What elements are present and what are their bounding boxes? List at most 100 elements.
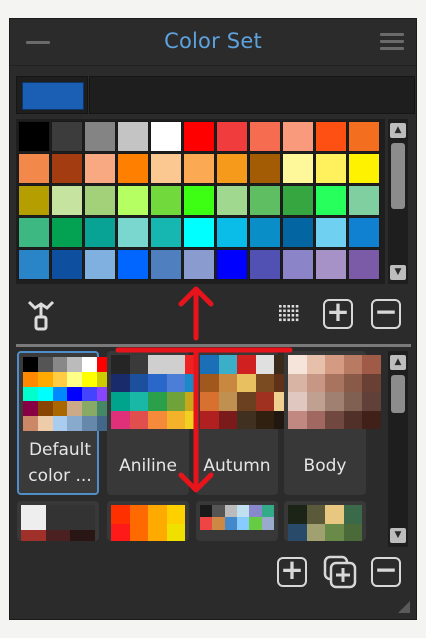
current-color-well[interactable] [16, 76, 88, 114]
color-swatch[interactable] [183, 217, 215, 248]
color-swatch[interactable] [84, 121, 116, 152]
color-set-card-default[interactable]: Default color ... [17, 351, 172, 495]
palette-cell [70, 505, 96, 530]
color-set-card[interactable] [196, 501, 278, 541]
color-swatch[interactable] [216, 121, 248, 152]
color-swatch[interactable] [117, 249, 149, 280]
color-swatch[interactable] [150, 153, 182, 184]
color-swatch[interactable] [315, 217, 347, 248]
color-swatch[interactable] [51, 217, 83, 248]
color-swatch[interactable] [84, 249, 116, 280]
hamburger-icon[interactable] [380, 33, 404, 53]
color-swatch[interactable] [348, 249, 380, 280]
remove-set-button[interactable]: − [371, 556, 401, 587]
color-swatch[interactable] [315, 249, 347, 280]
palette-cell [148, 392, 167, 411]
scroll-down-icon[interactable]: ▼ [390, 265, 406, 280]
color-swatch[interactable] [18, 185, 50, 216]
color-swatch[interactable] [84, 153, 116, 184]
palette-cell [23, 401, 38, 417]
color-swatch[interactable] [150, 249, 182, 280]
color-swatch[interactable] [216, 249, 248, 280]
color-swatch[interactable] [117, 185, 149, 216]
eyedropper-icon[interactable] [26, 299, 56, 337]
panel-title: Color Set [164, 29, 262, 53]
color-swatch[interactable] [216, 185, 248, 216]
color-swatch[interactable] [51, 249, 83, 280]
color-swatch[interactable] [216, 153, 248, 184]
duplicate-plus-icon[interactable] [323, 555, 357, 593]
palette-cell [218, 355, 237, 374]
color-swatch[interactable] [249, 185, 281, 216]
color-set-card[interactable] [107, 501, 189, 541]
color-swatch[interactable] [348, 153, 380, 184]
color-swatch[interactable] [117, 121, 149, 152]
section-divider[interactable] [16, 344, 411, 347]
color-swatch[interactable] [282, 249, 314, 280]
color-swatch[interactable] [315, 185, 347, 216]
color-swatch[interactable] [150, 217, 182, 248]
color-swatch[interactable] [183, 121, 215, 152]
color-swatch[interactable] [84, 185, 116, 216]
color-swatch[interactable] [249, 249, 281, 280]
resize-grip-icon[interactable] [398, 601, 410, 613]
palette-cell [67, 401, 83, 417]
palette-cell [325, 523, 344, 541]
color-set-card-body[interactable]: Body [284, 351, 381, 495]
color-swatch[interactable] [249, 153, 281, 184]
color-swatch[interactable] [348, 217, 380, 248]
color-swatch[interactable] [183, 153, 215, 184]
current-color-swatch[interactable] [22, 82, 84, 110]
color-swatch[interactable] [51, 153, 83, 184]
color-swatch[interactable] [282, 185, 314, 216]
color-swatch[interactable] [51, 185, 83, 216]
add-color-button[interactable]: + [323, 298, 353, 329]
color-set-card[interactable] [17, 501, 99, 541]
color-swatch[interactable] [117, 217, 149, 248]
scroll-thumb[interactable] [391, 375, 405, 413]
swatch-scrollbar[interactable]: ▲ ▼ [388, 119, 408, 284]
color-swatch[interactable] [249, 217, 281, 248]
color-swatch[interactable] [348, 185, 380, 216]
color-swatch[interactable] [348, 121, 380, 152]
color-swatch[interactable] [117, 153, 149, 184]
palette-cell [288, 373, 307, 392]
color-swatch[interactable] [282, 217, 314, 248]
palette-cell [111, 373, 130, 392]
palette-cell [67, 416, 83, 432]
color-swatch[interactable] [51, 121, 83, 152]
color-swatch[interactable] [18, 217, 50, 248]
palette-cell [82, 357, 98, 372]
color-set-card-autumn[interactable]: Autumn [196, 351, 293, 495]
color-name-field[interactable] [89, 76, 415, 114]
color-set-card-aniline[interactable]: Aniline [107, 351, 204, 495]
color-swatch[interactable] [315, 121, 347, 152]
color-swatch[interactable] [282, 153, 314, 184]
scroll-thumb[interactable] [391, 143, 405, 209]
add-set-button[interactable]: + [277, 556, 307, 587]
color-swatch[interactable] [282, 121, 314, 152]
remove-color-button[interactable]: − [371, 298, 401, 329]
sets-scrollbar[interactable]: ▲ ▼ [388, 351, 408, 547]
color-swatch[interactable] [18, 153, 50, 184]
color-swatch[interactable] [183, 185, 215, 216]
color-swatch[interactable] [150, 185, 182, 216]
color-swatch[interactable] [150, 121, 182, 152]
scroll-up-icon[interactable]: ▲ [390, 123, 406, 138]
color-swatch[interactable] [84, 217, 116, 248]
palette-cell [37, 371, 53, 387]
color-swatch[interactable] [216, 217, 248, 248]
color-swatch[interactable] [315, 153, 347, 184]
palette-cell [362, 373, 381, 392]
color-swatch[interactable] [18, 121, 50, 152]
palette-cell [52, 371, 68, 387]
scroll-up-icon[interactable]: ▲ [390, 355, 406, 370]
scroll-down-icon[interactable]: ▼ [390, 528, 406, 543]
color-swatch[interactable] [18, 249, 50, 280]
color-set-card[interactable] [284, 501, 366, 541]
color-swatch[interactable] [249, 121, 281, 152]
color-swatch[interactable] [183, 249, 215, 280]
palette-cell [249, 505, 262, 518]
grid-dots-icon[interactable] [278, 304, 300, 328]
palette-thumbnail [200, 355, 293, 429]
